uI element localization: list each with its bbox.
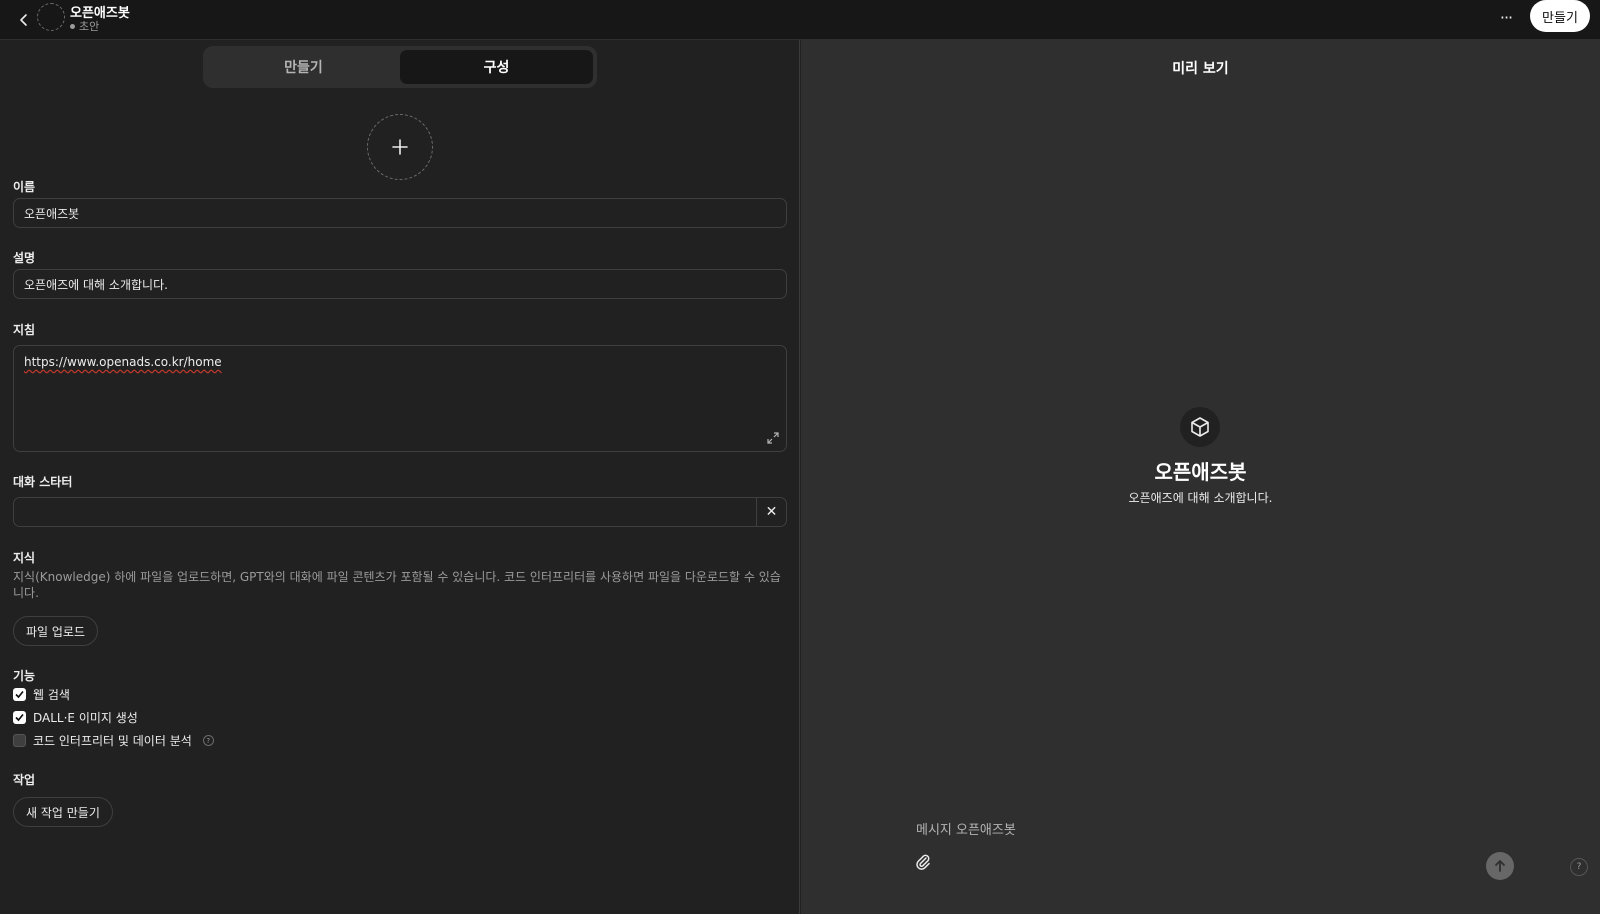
info-icon[interactable]: ? (202, 735, 214, 746)
tab-configure[interactable]: 구성 (400, 50, 593, 84)
conversation-starter-input[interactable] (14, 498, 756, 526)
expand-icon[interactable] (766, 431, 780, 445)
conversation-starter-row: ✕ (13, 497, 787, 527)
message-input[interactable]: 메시지 오픈애즈봇 (916, 819, 1016, 838)
cube-icon (1191, 417, 1209, 437)
config-panel: 만들기 구성 이름 오픈애즈봇 설명 오픈애즈에 대해 소개합니다. 지침 ht… (0, 40, 800, 914)
preview-bot-name: 오픈애즈봇 (1154, 460, 1247, 484)
preview-title: 미리 보기 (1172, 61, 1229, 77)
tab-create[interactable]: 만들기 (207, 50, 400, 84)
dalle-checkbox[interactable] (13, 711, 26, 724)
chevron-left-icon (20, 14, 27, 26)
description-field[interactable]: 오픈애즈에 대해 소개합니다. (13, 269, 787, 299)
status-dot-icon (70, 23, 75, 29)
check-icon (15, 713, 24, 722)
capability-web-search: 웹 검색 (13, 686, 70, 703)
preview-panel: 미리 보기 오픈애즈봇 오픈애즈에 대해 소개합니다. 메시지 오픈애즈봇 ? (801, 40, 1600, 914)
create-button[interactable]: 만들기 (1530, 0, 1590, 32)
capability-label: 웹 검색 (33, 688, 70, 702)
attach-button[interactable] (913, 852, 933, 872)
capability-label: 코드 인터프리터 및 데이터 분석 (33, 734, 192, 748)
send-button[interactable] (1486, 852, 1514, 880)
status-text: 초안 (79, 20, 100, 33)
instructions-label: 지침 (13, 323, 36, 337)
description-label: 설명 (13, 251, 36, 265)
check-icon (15, 690, 24, 699)
bot-preview-avatar (1180, 407, 1220, 447)
web-search-checkbox[interactable] (13, 688, 26, 701)
name-label: 이름 (13, 180, 36, 194)
bot-avatar (37, 3, 65, 31)
name-field[interactable]: 오픈애즈봇 (13, 198, 787, 228)
arrow-up-icon (1495, 860, 1505, 872)
upload-file-button[interactable]: 파일 업로드 (13, 616, 99, 646)
new-action-button[interactable]: 새 작업 만들기 (13, 797, 113, 827)
bot-status: 초안 (70, 18, 99, 34)
knowledge-label: 지식 (13, 551, 36, 565)
instructions-textarea[interactable]: https://www.openads.co.kr/home (13, 345, 787, 452)
help-button[interactable]: ? (1570, 858, 1588, 876)
starters-label: 대화 스타터 (13, 475, 73, 489)
paperclip-icon (916, 854, 930, 870)
back-button[interactable] (12, 8, 36, 32)
top-bar: 오픈애즈봇 초안 ··· 만들기 (0, 0, 1600, 40)
capability-label: DALL·E 이미지 생성 (33, 711, 138, 725)
more-options-button[interactable]: ··· (1494, 8, 1518, 32)
add-avatar-button[interactable] (367, 114, 433, 180)
knowledge-description: 지식(Knowledge) 하에 파일을 업로드하면, GPT와의 대화에 파일… (13, 570, 781, 600)
mode-tabs: 만들기 구성 (203, 46, 597, 88)
capability-dalle: DALL·E 이미지 생성 (13, 709, 138, 726)
code-interpreter-checkbox[interactable] (13, 734, 26, 747)
capability-code-interpreter: 코드 인터프리터 및 데이터 분석 ? (13, 732, 214, 749)
capabilities-label: 기능 (13, 669, 36, 683)
preview-bot-description: 오픈애즈에 대해 소개합니다. (1128, 491, 1273, 505)
plus-icon (392, 139, 408, 155)
instructions-text: https://www.openads.co.kr/home (24, 355, 222, 369)
clear-starter-button[interactable]: ✕ (756, 498, 786, 526)
actions-label: 작업 (13, 773, 36, 787)
